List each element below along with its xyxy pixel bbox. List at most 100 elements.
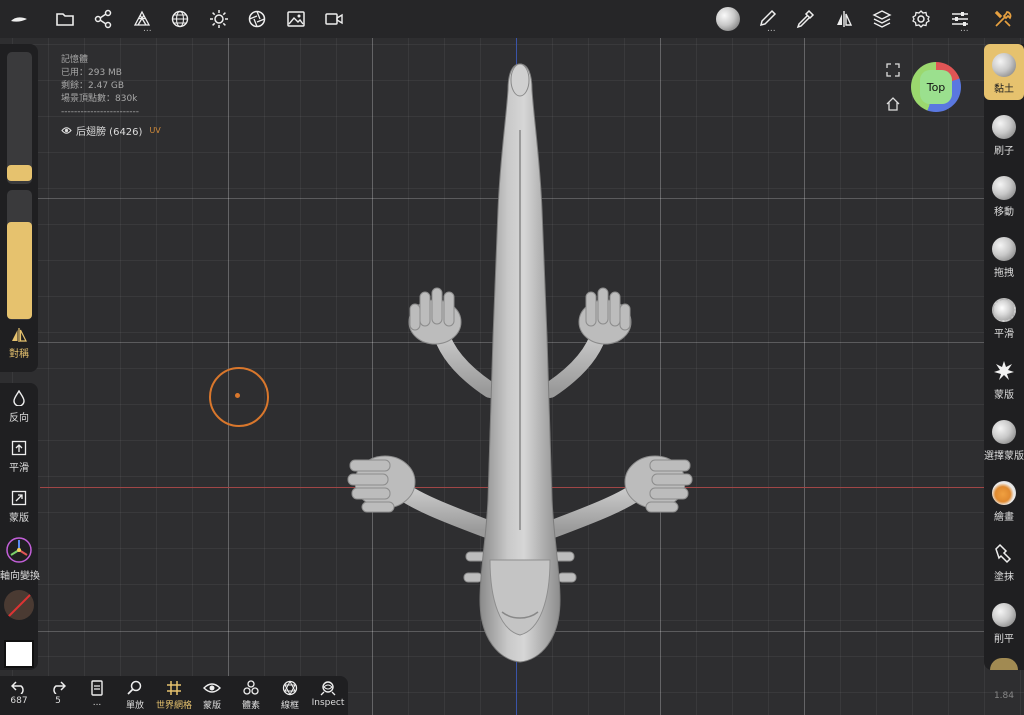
upload-box-icon: [11, 440, 27, 456]
tool-move[interactable]: 移動: [984, 167, 1024, 223]
tool-smudge[interactable]: 塗抹: [984, 533, 1024, 589]
video-icon[interactable]: [324, 9, 344, 29]
topology-more: ...: [143, 24, 152, 34]
tool-label: 刷子: [994, 146, 1014, 157]
scene-graph-icon[interactable]: [93, 9, 113, 29]
select-mask-icon: [992, 420, 1016, 444]
world-grid-toggle[interactable]: 世界網格: [154, 680, 194, 711]
redo-button[interactable]: 5: [48, 680, 68, 706]
radius-slider-thumb[interactable]: [7, 165, 32, 181]
flatten-tool-icon: [992, 603, 1016, 627]
top-toolbar: [0, 0, 1024, 38]
tool-flatten[interactable]: 削平: [984, 594, 1024, 650]
tool-drag[interactable]: 拖拽: [984, 228, 1024, 284]
gizmo-icon: [6, 537, 32, 563]
symmetry-toggle[interactable]: 對稱: [0, 328, 38, 360]
symmetry-label: 對稱: [9, 349, 29, 360]
invert-label: 反向: [9, 413, 29, 424]
clay-icon: [992, 53, 1016, 77]
grid-hash-icon: [167, 681, 181, 695]
tool-label: 平滑: [994, 329, 1014, 340]
stats-used: 已用：293 MB: [61, 68, 122, 78]
tool-label: 蒙版: [994, 390, 1014, 401]
tool-label: 移動: [994, 207, 1014, 218]
tool-label: 黏土: [994, 84, 1014, 95]
move-tool-icon: [992, 176, 1016, 200]
tool-paint[interactable]: 繪畫: [984, 472, 1024, 528]
tool-label: 削平: [994, 634, 1014, 645]
brush-more: ...: [767, 24, 776, 34]
tool-label: 拖拽: [994, 268, 1014, 279]
voxel-toggle[interactable]: 體素: [238, 680, 264, 711]
nav-cube-face[interactable]: Top: [920, 70, 952, 104]
brush-cursor-center: [235, 393, 240, 398]
smooth-label: 平滑: [9, 463, 29, 474]
arrow-box-icon: [11, 490, 27, 506]
wireframe-icon: [282, 680, 298, 696]
active-mesh-row[interactable]: 后翅膀 (6426) UV: [61, 123, 161, 138]
inspect-label: Inspect: [311, 698, 345, 708]
stats-vertices: 場景頂點數：830k: [61, 94, 138, 104]
tool-clay[interactable]: 黏土: [984, 44, 1024, 100]
sliders-more: ...: [960, 24, 969, 34]
layers-icon[interactable]: [872, 9, 892, 29]
folder-icon[interactable]: [55, 9, 75, 29]
mask-visibility-toggle[interactable]: 蒙版: [200, 680, 224, 711]
voxel-label: 體素: [241, 701, 260, 711]
version-label: 1.84: [993, 691, 1014, 701]
uv-badge: UV: [149, 126, 161, 135]
undo-button[interactable]: 687: [8, 680, 30, 706]
symmetry-icon[interactable]: [834, 9, 854, 29]
tool-label: 繪畫: [994, 512, 1014, 523]
material-swatch[interactable]: [4, 590, 34, 620]
sphere-grid-icon[interactable]: [170, 9, 190, 29]
mask-label: 蒙版: [9, 513, 29, 524]
zoom-button[interactable]: 單放: [122, 680, 148, 711]
tool-label: 選擇蒙版: [984, 451, 1024, 462]
history-more: ...: [92, 698, 102, 708]
mask-splat-icon: [994, 361, 1014, 380]
eye-icon: [203, 683, 221, 693]
inspect-icon: [320, 681, 336, 696]
memory-stats: 記憶體 已用：293 MB 剩餘：2.47 GB 場景頂點數：830k ----…: [61, 54, 139, 119]
magnifier-icon: [127, 680, 142, 695]
eye-icon[interactable]: [61, 126, 72, 135]
smudge-icon: [995, 543, 1012, 564]
drop-icon: [13, 390, 25, 406]
smooth-shortcut-button[interactable]: 平滑: [0, 440, 38, 474]
light-icon[interactable]: [209, 9, 229, 29]
stats-free: 剩餘：2.47 GB: [61, 81, 125, 91]
undo-icon: [11, 681, 24, 694]
sculpt-model[interactable]: [340, 60, 700, 670]
wireframe-toggle[interactable]: 線框: [278, 680, 302, 711]
tools-icon[interactable]: [993, 9, 1013, 29]
invert-button[interactable]: 反向: [0, 390, 38, 424]
brush-tool-icon: [992, 115, 1016, 139]
image-icon[interactable]: [286, 9, 306, 29]
tool-brush[interactable]: 刷子: [984, 106, 1024, 162]
left-tool-panel: [0, 383, 38, 670]
stats-title: 記憶體: [61, 55, 89, 65]
wireframe-label: 線框: [280, 701, 299, 711]
matcap-ball-icon[interactable]: [716, 7, 740, 31]
aperture-icon[interactable]: [247, 9, 267, 29]
undo-count: 687: [10, 696, 28, 706]
tool-smooth[interactable]: 平滑: [984, 289, 1024, 345]
paint-tool-icon: [992, 481, 1016, 505]
mask-shortcut-button[interactable]: 蒙版: [0, 490, 38, 524]
inspect-toggle[interactable]: Inspect: [311, 680, 345, 708]
tool-select-mask[interactable]: 選擇蒙版: [984, 411, 1024, 467]
zoom-label: 單放: [125, 701, 144, 711]
picker-icon[interactable]: [795, 9, 815, 29]
redo-count: 5: [55, 696, 61, 706]
stats-divider: ------------------------: [61, 107, 139, 117]
settings-icon[interactable]: [911, 9, 931, 29]
gizmo-button[interactable]: 軸向變換: [0, 536, 40, 582]
history-button[interactable]: ...: [87, 680, 107, 708]
color-swatch[interactable]: [4, 640, 34, 668]
fullscreen-icon[interactable]: [886, 62, 900, 81]
drag-tool-icon: [992, 237, 1016, 261]
home-icon[interactable]: [886, 96, 900, 115]
tool-mask[interactable]: 蒙版: [984, 350, 1024, 406]
logo-icon[interactable]: [9, 9, 29, 29]
